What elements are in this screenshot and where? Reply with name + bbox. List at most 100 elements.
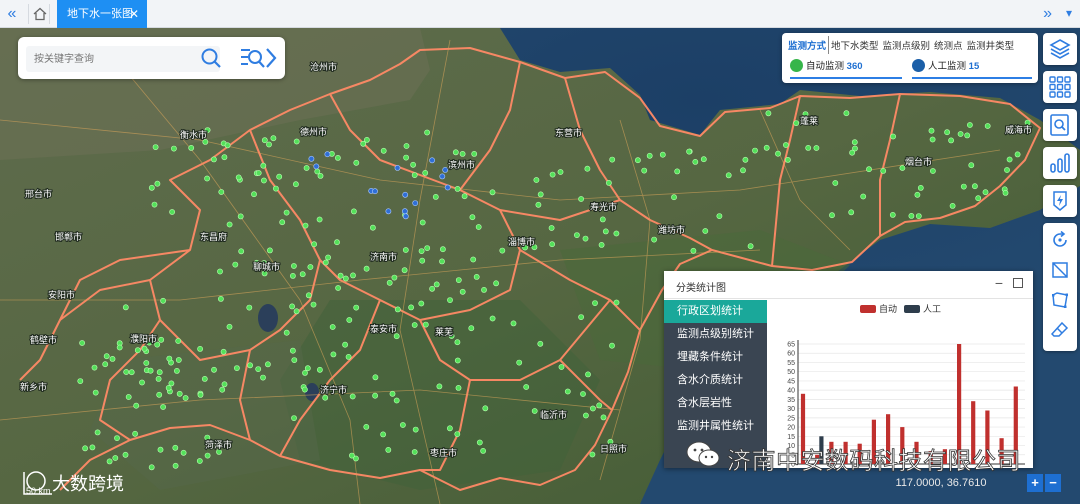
station-point[interactable]	[775, 150, 781, 157]
station-point[interactable]	[700, 156, 707, 163]
station-point[interactable]	[224, 142, 231, 149]
station-point[interactable]	[217, 268, 223, 275]
station-point[interactable]	[949, 202, 956, 209]
station-point[interactable]	[408, 304, 414, 311]
station-point[interactable]	[393, 333, 400, 340]
station-point[interactable]	[455, 384, 462, 391]
station-point[interactable]	[523, 384, 530, 390]
chevron-right-icon[interactable]	[264, 47, 278, 69]
station-point[interactable]	[549, 171, 556, 178]
station-point[interactable]	[433, 281, 440, 288]
station-point[interactable]	[349, 393, 356, 400]
station-point[interactable]	[307, 264, 314, 270]
station-point[interactable]	[276, 173, 283, 180]
station-point[interactable]	[489, 189, 496, 196]
station-point[interactable]	[585, 371, 591, 378]
station-point[interactable]	[537, 191, 544, 198]
station-point[interactable]	[944, 129, 950, 136]
station-point[interactable]	[635, 157, 641, 164]
station-point[interactable]	[590, 405, 596, 412]
station-point[interactable]	[742, 156, 749, 163]
power-button[interactable]	[1043, 185, 1077, 217]
station-point[interactable]	[221, 154, 228, 161]
station-point[interactable]	[537, 340, 544, 347]
station-point[interactable]	[510, 320, 517, 327]
station-point[interactable]	[251, 191, 257, 198]
station-point-manual[interactable]	[324, 151, 331, 158]
station-point[interactable]	[293, 308, 300, 315]
station-point[interactable]	[468, 325, 475, 332]
station-point[interactable]	[112, 455, 119, 461]
station-point[interactable]	[202, 138, 209, 145]
station-point[interactable]	[314, 168, 321, 175]
station-point[interactable]	[914, 191, 921, 198]
station-point[interactable]	[128, 369, 135, 376]
station-point[interactable]	[851, 139, 858, 146]
station-point[interactable]	[702, 228, 709, 234]
station-point[interactable]	[322, 259, 329, 266]
station-point[interactable]	[260, 177, 267, 184]
station-point[interactable]	[813, 145, 820, 151]
station-point[interactable]	[330, 351, 337, 358]
station-point[interactable]	[283, 329, 290, 336]
station-point[interactable]	[860, 193, 867, 200]
station-point[interactable]	[419, 257, 426, 264]
station-point[interactable]	[386, 279, 393, 286]
station-point[interactable]	[235, 174, 242, 181]
station-point[interactable]	[493, 280, 499, 287]
station-point[interactable]	[197, 345, 203, 352]
station-point[interactable]	[89, 444, 96, 451]
station-point[interactable]	[266, 141, 272, 148]
list-search-icon[interactable]	[240, 47, 265, 69]
station-point[interactable]	[170, 145, 177, 152]
station-point[interactable]	[114, 435, 120, 441]
zoom-out-button[interactable]: −	[1045, 474, 1061, 492]
station-point[interactable]	[132, 430, 138, 437]
station-point[interactable]	[429, 285, 435, 292]
station-point[interactable]	[172, 462, 179, 469]
station-point[interactable]	[133, 402, 140, 409]
station-point[interactable]	[399, 422, 406, 428]
station-point[interactable]	[609, 156, 616, 163]
station-point[interactable]	[401, 267, 408, 274]
tab-groundwater-map[interactable]: 地下水一张图 ✕	[57, 0, 147, 28]
station-point[interactable]	[889, 211, 896, 218]
station-point[interactable]	[139, 379, 145, 386]
station-point[interactable]	[419, 219, 426, 226]
station-point[interactable]	[369, 224, 376, 231]
station-point[interactable]	[674, 168, 681, 175]
station-point[interactable]	[246, 304, 253, 311]
station-point[interactable]	[557, 169, 564, 175]
station-point[interactable]	[459, 288, 466, 295]
station-point[interactable]	[455, 277, 462, 283]
station-point[interactable]	[475, 224, 482, 230]
station-point[interactable]	[385, 446, 392, 453]
station-point[interactable]	[646, 152, 653, 159]
station-point[interactable]	[293, 138, 300, 145]
station-point[interactable]	[204, 452, 211, 459]
station-point[interactable]	[394, 306, 401, 313]
station-point[interactable]	[917, 184, 924, 191]
station-point[interactable]	[930, 168, 936, 174]
station-point[interactable]	[410, 161, 416, 168]
station-point[interactable]	[303, 165, 310, 171]
station-point[interactable]	[334, 154, 341, 161]
station-point[interactable]	[549, 241, 555, 248]
station-point[interactable]	[221, 381, 228, 388]
close-icon[interactable]: ✕	[129, 0, 139, 28]
station-point[interactable]	[342, 275, 349, 282]
station-point[interactable]	[1014, 151, 1021, 158]
station-point[interactable]	[148, 184, 155, 191]
station-point[interactable]	[316, 216, 323, 223]
station-point[interactable]	[424, 129, 430, 136]
station-point[interactable]	[342, 341, 348, 348]
station-point[interactable]	[79, 340, 85, 346]
station-point[interactable]	[984, 123, 991, 129]
station-point[interactable]	[106, 458, 113, 465]
rotate-icon[interactable]	[1051, 230, 1069, 249]
station-point[interactable]	[169, 209, 175, 215]
station-point[interactable]	[289, 347, 296, 354]
station-point[interactable]	[393, 397, 400, 404]
station-point[interactable]	[964, 132, 971, 139]
station-point[interactable]	[848, 209, 855, 216]
